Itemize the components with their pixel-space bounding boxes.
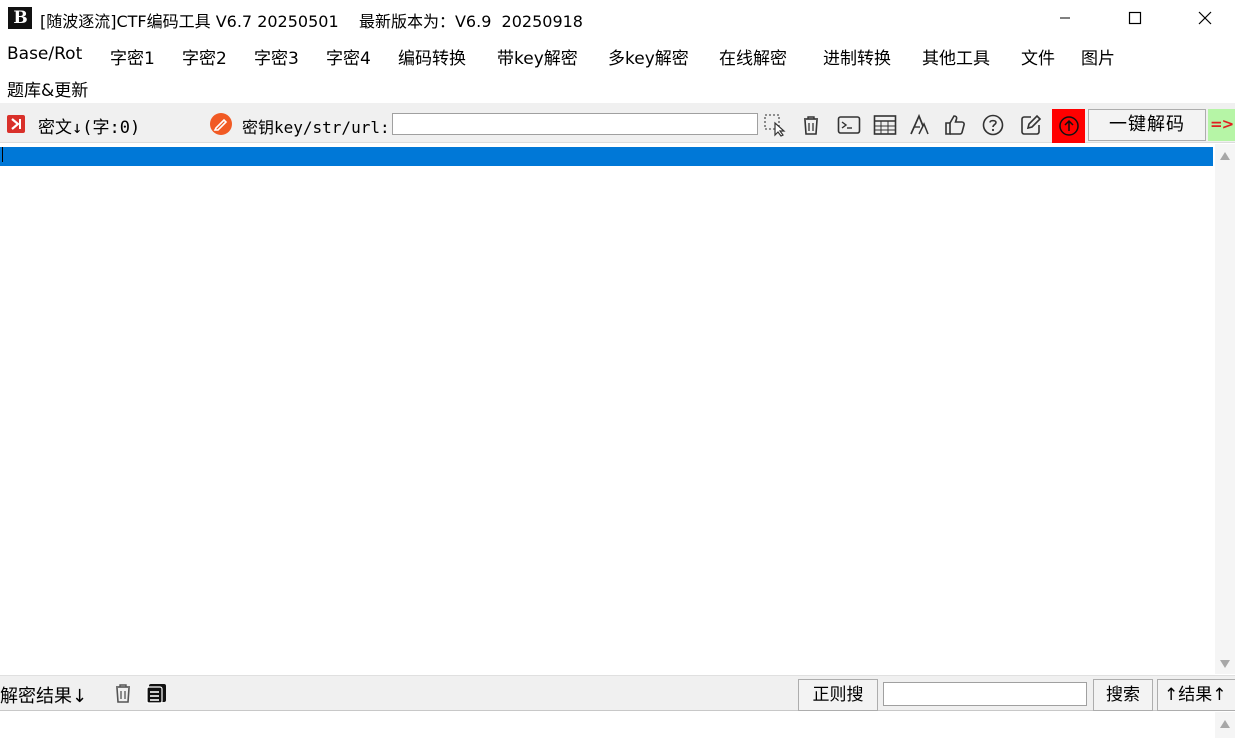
- cursor-select-icon[interactable]: [762, 112, 788, 138]
- minimize-icon: [1060, 17, 1070, 19]
- scroll-down-arrow-icon[interactable]: [1220, 660, 1230, 668]
- cipher-label: 密文↓(字:0): [38, 118, 141, 138]
- font-icon[interactable]: [906, 112, 932, 138]
- menu-question-bank[interactable]: 题库&更新: [7, 76, 88, 101]
- trash-icon[interactable]: [798, 112, 824, 138]
- cipher-scrollbar[interactable]: [1215, 144, 1235, 674]
- scroll-up-arrow-icon[interactable]: [1220, 152, 1230, 160]
- terminal-icon[interactable]: [836, 112, 862, 138]
- title-bar: B [随波逐流]CTF编码工具 V6.7 20250501 最新版本为：V6.9…: [0, 0, 1235, 36]
- menu-zimi3[interactable]: 字密3: [254, 44, 299, 69]
- one-click-decode-button[interactable]: 一键解码: [1088, 109, 1206, 141]
- search-button[interactable]: 搜索: [1093, 679, 1153, 711]
- key-label: 密钥key/str/url:: [242, 118, 390, 137]
- scroll-up-arrow-icon[interactable]: [1220, 720, 1230, 728]
- cipher-text-area[interactable]: [0, 144, 1214, 674]
- result-to-cipher-button[interactable]: ↑结果↑: [1157, 679, 1235, 711]
- result-bar: 解密结果↓ 正则搜 搜索 ↑结果↑: [0, 675, 1235, 711]
- minimize-button[interactable]: [1030, 0, 1100, 36]
- maximize-icon: [1128, 11, 1142, 25]
- menu-other-tools[interactable]: 其他工具: [922, 44, 990, 69]
- pencil-icon[interactable]: [209, 112, 235, 138]
- copy-icon[interactable]: [145, 682, 169, 704]
- regex-search-button[interactable]: 正则搜: [798, 679, 878, 711]
- menu-file[interactable]: 文件: [1021, 44, 1055, 69]
- arrow-up-circle-icon: [1058, 116, 1079, 136]
- thumbs-up-icon[interactable]: [942, 112, 968, 138]
- upload-button[interactable]: [1052, 109, 1085, 143]
- edit-icon[interactable]: [1018, 112, 1044, 138]
- toolbar: 密文↓(字:0) 密钥key/str/url: 一键解码 =>: [0, 103, 1235, 143]
- menu-bar: Base/Rot 字密1 字密2 字密3 字密4 编码转换 带key解密 多ke…: [0, 40, 1235, 102]
- menu-encoding-convert[interactable]: 编码转换: [398, 44, 466, 69]
- table-icon[interactable]: [872, 112, 898, 138]
- close-button[interactable]: [1170, 0, 1235, 36]
- search-input[interactable]: [883, 682, 1087, 706]
- text-caret: [2, 147, 3, 162]
- app-logo-icon: B: [8, 7, 32, 29]
- menu-zimi4[interactable]: 字密4: [326, 44, 371, 69]
- menu-online-decrypt[interactable]: 在线解密: [719, 44, 787, 69]
- menu-base-convert[interactable]: 进制转换: [823, 44, 891, 69]
- menu-multikey-decrypt[interactable]: 多key解密: [608, 44, 689, 69]
- menu-base-rot[interactable]: Base/Rot: [7, 44, 82, 64]
- trash-icon[interactable]: [112, 682, 134, 704]
- menu-zimi1[interactable]: 字密1: [110, 44, 155, 69]
- result-label: 解密结果↓: [0, 686, 88, 707]
- selected-line-highlight: [0, 147, 1213, 166]
- menu-key-decrypt[interactable]: 带key解密: [497, 44, 578, 69]
- result-text-area[interactable]: [0, 712, 1214, 738]
- result-scrollbar[interactable]: [1215, 712, 1235, 738]
- help-icon[interactable]: [980, 112, 1006, 138]
- import-icon[interactable]: [6, 113, 28, 135]
- window-title: [随波逐流]CTF编码工具 V6.7 20250501 最新版本为：V6.9 2…: [40, 12, 583, 31]
- menu-zimi2[interactable]: 字密2: [182, 44, 227, 69]
- maximize-button[interactable]: [1100, 0, 1170, 36]
- send-to-panel-button[interactable]: =>: [1208, 109, 1235, 141]
- close-icon: [1198, 11, 1212, 25]
- key-input[interactable]: [392, 113, 758, 135]
- menu-image[interactable]: 图片: [1081, 44, 1115, 69]
